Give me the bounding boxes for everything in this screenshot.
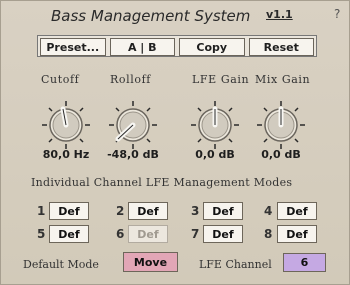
toolbar: Preset... A | B Copy Reset: [37, 35, 317, 57]
mix-gain-knob[interactable]: [253, 97, 309, 153]
channel-number-5: 5: [37, 227, 46, 241]
channel-7-def-button[interactable]: Def: [203, 225, 243, 243]
lfe-gain-label: LFE Gain: [192, 73, 250, 86]
rolloff-knob[interactable]: [105, 97, 161, 153]
mix-gain-value: 0,0 dB: [261, 148, 301, 161]
mix-gain-label: Mix Gain: [255, 73, 311, 86]
channel-number-3: 3: [191, 204, 200, 218]
channel-8-def-button[interactable]: Def: [277, 225, 317, 243]
channel-number-4: 4: [264, 204, 273, 218]
copy-button[interactable]: Copy: [179, 38, 245, 56]
rolloff-value: -48,0 dB: [107, 148, 159, 161]
channel-5-def-button[interactable]: Def: [49, 225, 89, 243]
panel-title: Bass Management System v1.1: [51, 7, 321, 27]
default-mode-button[interactable]: Move: [123, 252, 178, 272]
channel-4-def-button[interactable]: Def: [277, 202, 317, 220]
channel-3-def-button[interactable]: Def: [203, 202, 243, 220]
section-title: Individual Channel LFE Management Modes: [31, 176, 293, 189]
channel-number-2: 2: [116, 204, 125, 218]
channel-1-def-button[interactable]: Def: [49, 202, 89, 220]
channel-number-6: 6: [116, 227, 125, 241]
channel-6-def-button[interactable]: Def: [128, 225, 168, 243]
default-mode-label: Default Mode: [23, 258, 99, 271]
help-icon[interactable]: ?: [334, 7, 340, 21]
bass-management-panel: Bass Management System v1.1 ? Preset... …: [0, 0, 350, 285]
channel-number-8: 8: [264, 227, 273, 241]
ab-button[interactable]: A | B: [109, 38, 175, 56]
channel-2-def-button[interactable]: Def: [128, 202, 168, 220]
channel-number-1: 1: [37, 204, 46, 218]
rolloff-label: Rolloff: [110, 73, 151, 86]
lfe-gain-knob[interactable]: [187, 97, 243, 153]
cutoff-knob[interactable]: [38, 97, 94, 153]
title-text: Bass Management System: [51, 7, 251, 25]
lfe-channel-button[interactable]: 6: [283, 253, 326, 272]
version-text: v1.1: [266, 8, 293, 21]
cutoff-label: Cutoff: [41, 73, 80, 86]
preset-button[interactable]: Preset...: [40, 38, 106, 56]
channel-number-7: 7: [191, 227, 200, 241]
reset-button[interactable]: Reset: [248, 38, 314, 56]
lfe-channel-label: LFE Channel: [199, 258, 272, 271]
